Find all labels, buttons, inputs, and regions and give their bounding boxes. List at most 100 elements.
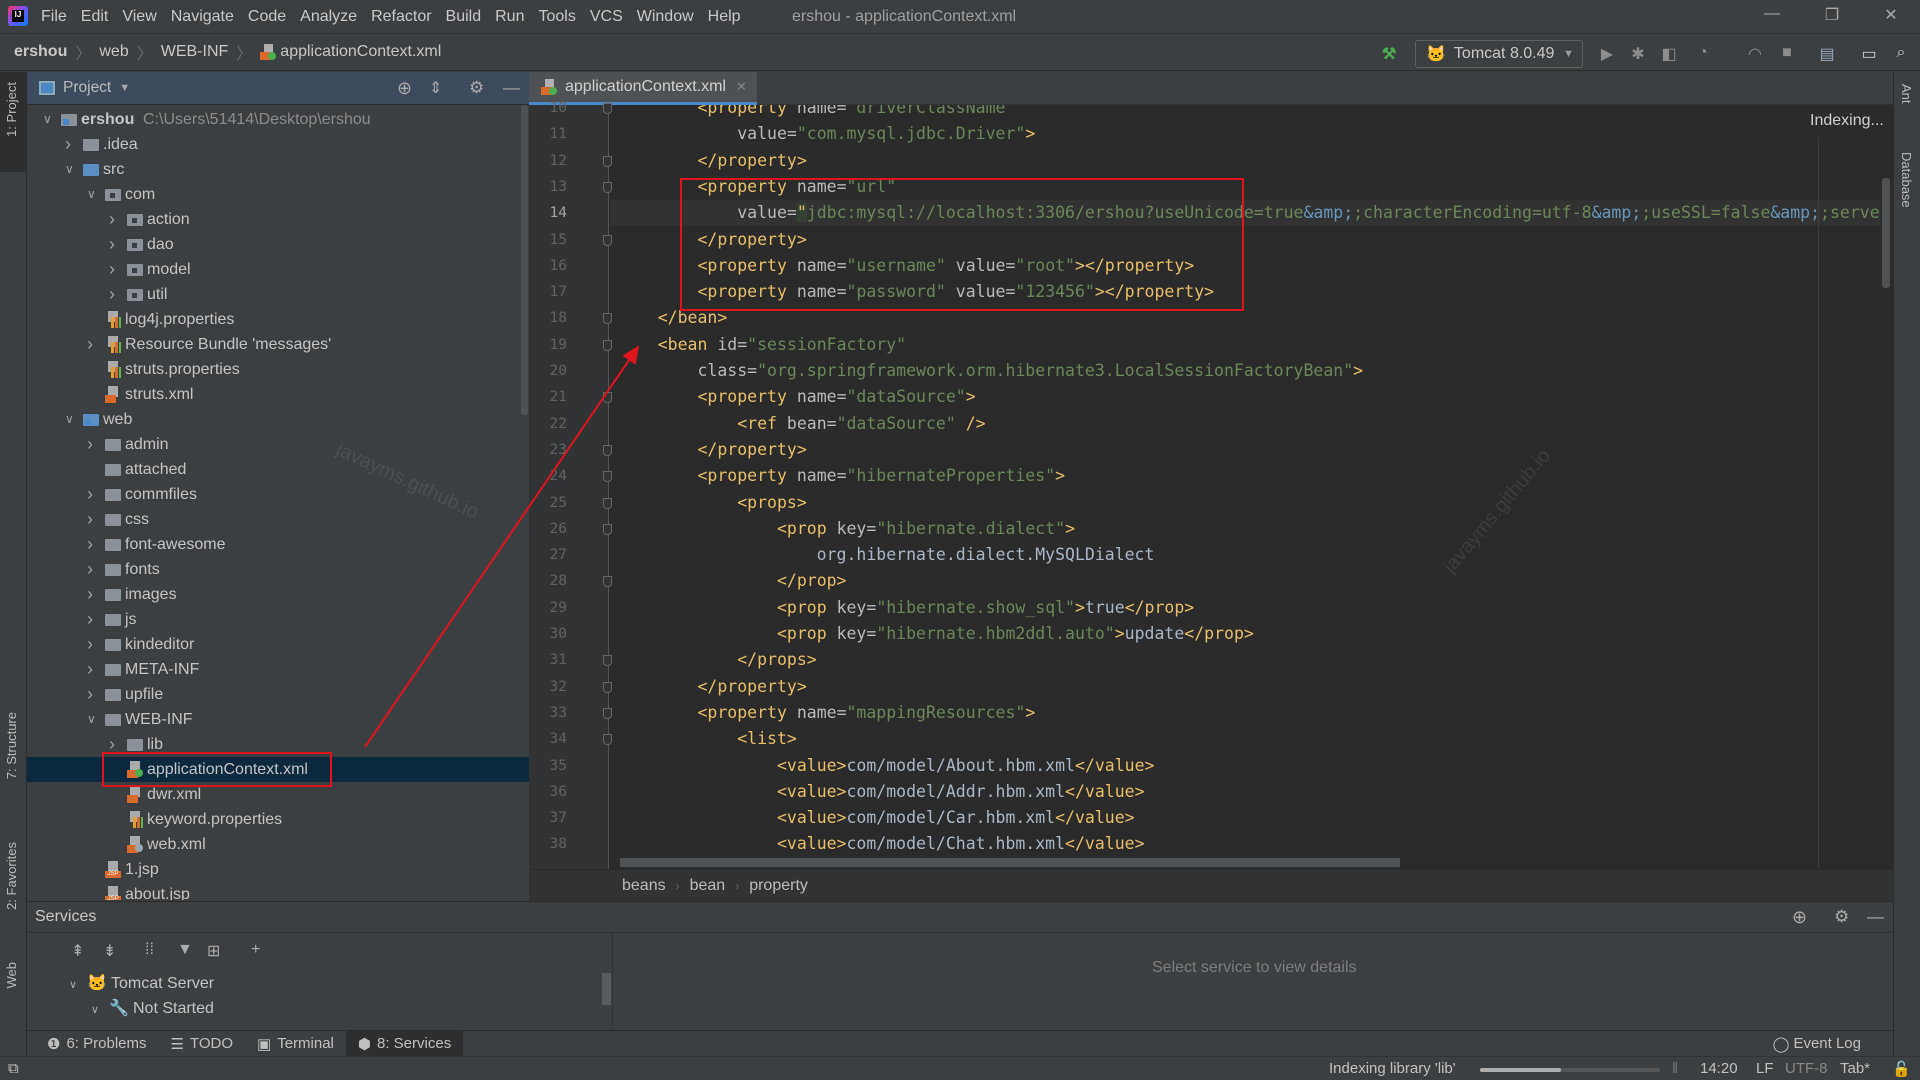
new-tab-icon[interactable]: ⊞ — [207, 941, 220, 961]
menu-code[interactable]: Code — [241, 8, 293, 26]
breadcrumb-ershou[interactable]: ershou — [14, 43, 67, 61]
tree-item-about-jsp[interactable]: JSP about.jsp — [27, 882, 529, 900]
editor-vertical-scrollbar[interactable] — [1882, 178, 1890, 288]
chevron-down-icon[interactable]: ∨ — [65, 157, 74, 182]
event-log-button[interactable]: ◯ Event Log — [1761, 1031, 1873, 1057]
file-encoding[interactable]: UTF-8 — [1785, 1060, 1828, 1077]
code-line[interactable]: <value>com/model/Chat.hbm.xml</value> — [610, 831, 1880, 857]
tree-item-model[interactable]: › model — [27, 257, 529, 282]
code-line[interactable]: </prop> — [610, 568, 1880, 594]
tab-terminal[interactable]: ▣ Terminal — [245, 1031, 346, 1057]
tree-item-ershou[interactable]: ∨ ershou C:\Users\51414\Desktop\ershou — [27, 107, 529, 132]
tree-item-web-xml[interactable]: web.xml — [27, 832, 529, 857]
tree-item-struts-xml[interactable]: struts.xml — [27, 382, 529, 407]
caret-position[interactable]: 14:20 — [1700, 1060, 1738, 1077]
locate-icon[interactable]: ⊕ — [1792, 907, 1807, 928]
code-line[interactable]: <property name="driverClassName" — [610, 105, 1880, 121]
code-line[interactable]: </property> — [610, 674, 1880, 700]
tree-item-util[interactable]: › util — [27, 282, 529, 307]
breadcrumb-web-inf[interactable]: WEB-INF — [161, 43, 229, 61]
lock-icon[interactable]: 🔓 — [1892, 1060, 1911, 1078]
project-structure-icon[interactable]: ▤ — [1816, 44, 1838, 64]
collapse-all-icon[interactable]: ⇟ — [103, 941, 116, 961]
close-button[interactable]: ✕ — [1876, 5, 1906, 29]
editor-crumb-beans[interactable]: beans — [622, 877, 666, 895]
tree-item--idea[interactable]: › .idea — [27, 132, 529, 157]
group-by-icon[interactable]: ⁞⁞ — [145, 941, 154, 959]
code-line[interactable]: value="com.mysql.jdbc.Driver"> — [610, 121, 1880, 147]
tree-item-src[interactable]: ∨ src — [27, 157, 529, 182]
pause-icon[interactable]: ‖ — [1672, 1060, 1678, 1077]
tree-item-dao[interactable]: › dao — [27, 232, 529, 257]
tree-item-resource-bundle-messages-[interactable]: › Resource Bundle 'messages' — [27, 332, 529, 357]
chevron-right-icon[interactable]: › — [87, 482, 93, 507]
chevron-right-icon[interactable]: › — [87, 632, 93, 657]
chevron-right-icon[interactable]: › — [109, 232, 115, 257]
chevron-right-icon[interactable]: › — [65, 132, 71, 157]
menu-run[interactable]: Run — [488, 8, 531, 26]
code-line[interactable]: <value>com/model/About.hbm.xml</value> — [610, 753, 1880, 779]
gear-icon[interactable]: ⚙ — [1834, 907, 1849, 927]
coverage-icon[interactable]: ◧ — [1658, 44, 1680, 64]
code-line[interactable]: </property> — [610, 437, 1880, 463]
debug-icon[interactable]: ✱ — [1627, 44, 1649, 64]
code-line[interactable]: <value>com/model/Car.hbm.xml</value> — [610, 805, 1880, 831]
services-tree-item[interactable]: ∨ 🐱 Tomcat Server — [69, 971, 214, 996]
code-line[interactable]: <list> — [610, 726, 1880, 752]
code-line[interactable]: <prop key="hibernate.show_sql">true</pro… — [610, 595, 1880, 621]
tree-item-fonts[interactable]: › fonts — [27, 557, 529, 582]
tree-item-action[interactable]: › action — [27, 207, 529, 232]
tree-item-meta-inf[interactable]: › META-INF — [27, 657, 529, 682]
stop-icon[interactable]: ■ — [1776, 44, 1798, 62]
chevron-down-icon[interactable]: ∨ — [65, 407, 74, 432]
code-line[interactable]: </props> — [610, 647, 1880, 673]
chevron-right-icon[interactable]: › — [87, 682, 93, 707]
editor-crumb-property[interactable]: property — [749, 877, 808, 895]
menu-refactor[interactable]: Refactor — [364, 8, 438, 26]
menu-build[interactable]: Build — [439, 8, 489, 26]
hammer-icon[interactable]: ⚒ — [1378, 44, 1400, 64]
locate-icon[interactable]: ⊕ — [397, 78, 412, 99]
tool-windows-icon[interactable]: ⧉ — [8, 1060, 19, 1077]
chevron-down-icon[interactable]: ▼ — [119, 82, 130, 94]
tree-item-font-awesome[interactable]: › font-awesome — [27, 532, 529, 557]
menu-edit[interactable]: Edit — [74, 8, 116, 26]
chevron-right-icon[interactable]: › — [109, 207, 115, 232]
tree-item-admin[interactable]: › admin — [27, 432, 529, 457]
ant-tool-button[interactable]: Ant — [1899, 84, 1914, 104]
chevron-right-icon[interactable]: › — [87, 657, 93, 682]
chevron-right-icon[interactable]: › — [109, 257, 115, 282]
tab-todo[interactable]: ☰ TODO — [159, 1031, 246, 1057]
line-separator[interactable]: LF — [1756, 1060, 1774, 1077]
expand-all-icon[interactable]: ⇞ — [71, 941, 84, 961]
tab-services[interactable]: ⬢ 8: Services — [345, 1030, 464, 1057]
layout-icon[interactable]: ▭ — [1858, 44, 1880, 64]
menu-file[interactable]: File — [34, 8, 74, 26]
code-line[interactable]: <prop key="hibernate.dialect"> — [610, 516, 1880, 542]
breadcrumb-file[interactable]: applicationContext.xml — [280, 43, 441, 61]
menu-window[interactable]: Window — [630, 8, 701, 26]
tree-item-attached[interactable]: attached — [27, 457, 529, 482]
chevron-right-icon[interactable]: › — [87, 332, 93, 357]
project-tool-button[interactable]: 1: Project — [4, 82, 19, 137]
chevron-right-icon[interactable]: › — [87, 582, 93, 607]
editor-horizontal-scrollbar[interactable] — [620, 858, 1400, 867]
filter-icon[interactable]: ▼ — [177, 941, 193, 959]
tree-item-log4j-properties[interactable]: log4j.properties — [27, 307, 529, 332]
tree-item-kindeditor[interactable]: › kindeditor — [27, 632, 529, 657]
database-tool-button[interactable]: Database — [1899, 152, 1914, 208]
gear-icon[interactable]: ⚙ — [469, 78, 484, 98]
chevron-right-icon[interactable]: › — [109, 282, 115, 307]
structure-tool-button[interactable]: 7: Structure — [4, 712, 19, 779]
menu-tools[interactable]: Tools — [531, 8, 582, 26]
chevron-down-icon[interactable]: ∨ — [87, 182, 96, 207]
web-tool-button[interactable]: Web — [4, 962, 19, 989]
chevron-right-icon[interactable]: › — [87, 432, 93, 457]
tree-item-js[interactable]: › js — [27, 607, 529, 632]
code-line[interactable]: <bean id="sessionFactory" — [610, 332, 1880, 358]
tree-item-upfile[interactable]: › upfile — [27, 682, 529, 707]
code-line[interactable]: <ref bean="dataSource" /> — [610, 411, 1880, 437]
chevron-down-icon[interactable]: ∨ — [43, 107, 52, 132]
tree-item-1-jsp[interactable]: JSP 1.jsp — [27, 857, 529, 882]
code-line[interactable]: class="org.springframework.orm.hibernate… — [610, 358, 1880, 384]
